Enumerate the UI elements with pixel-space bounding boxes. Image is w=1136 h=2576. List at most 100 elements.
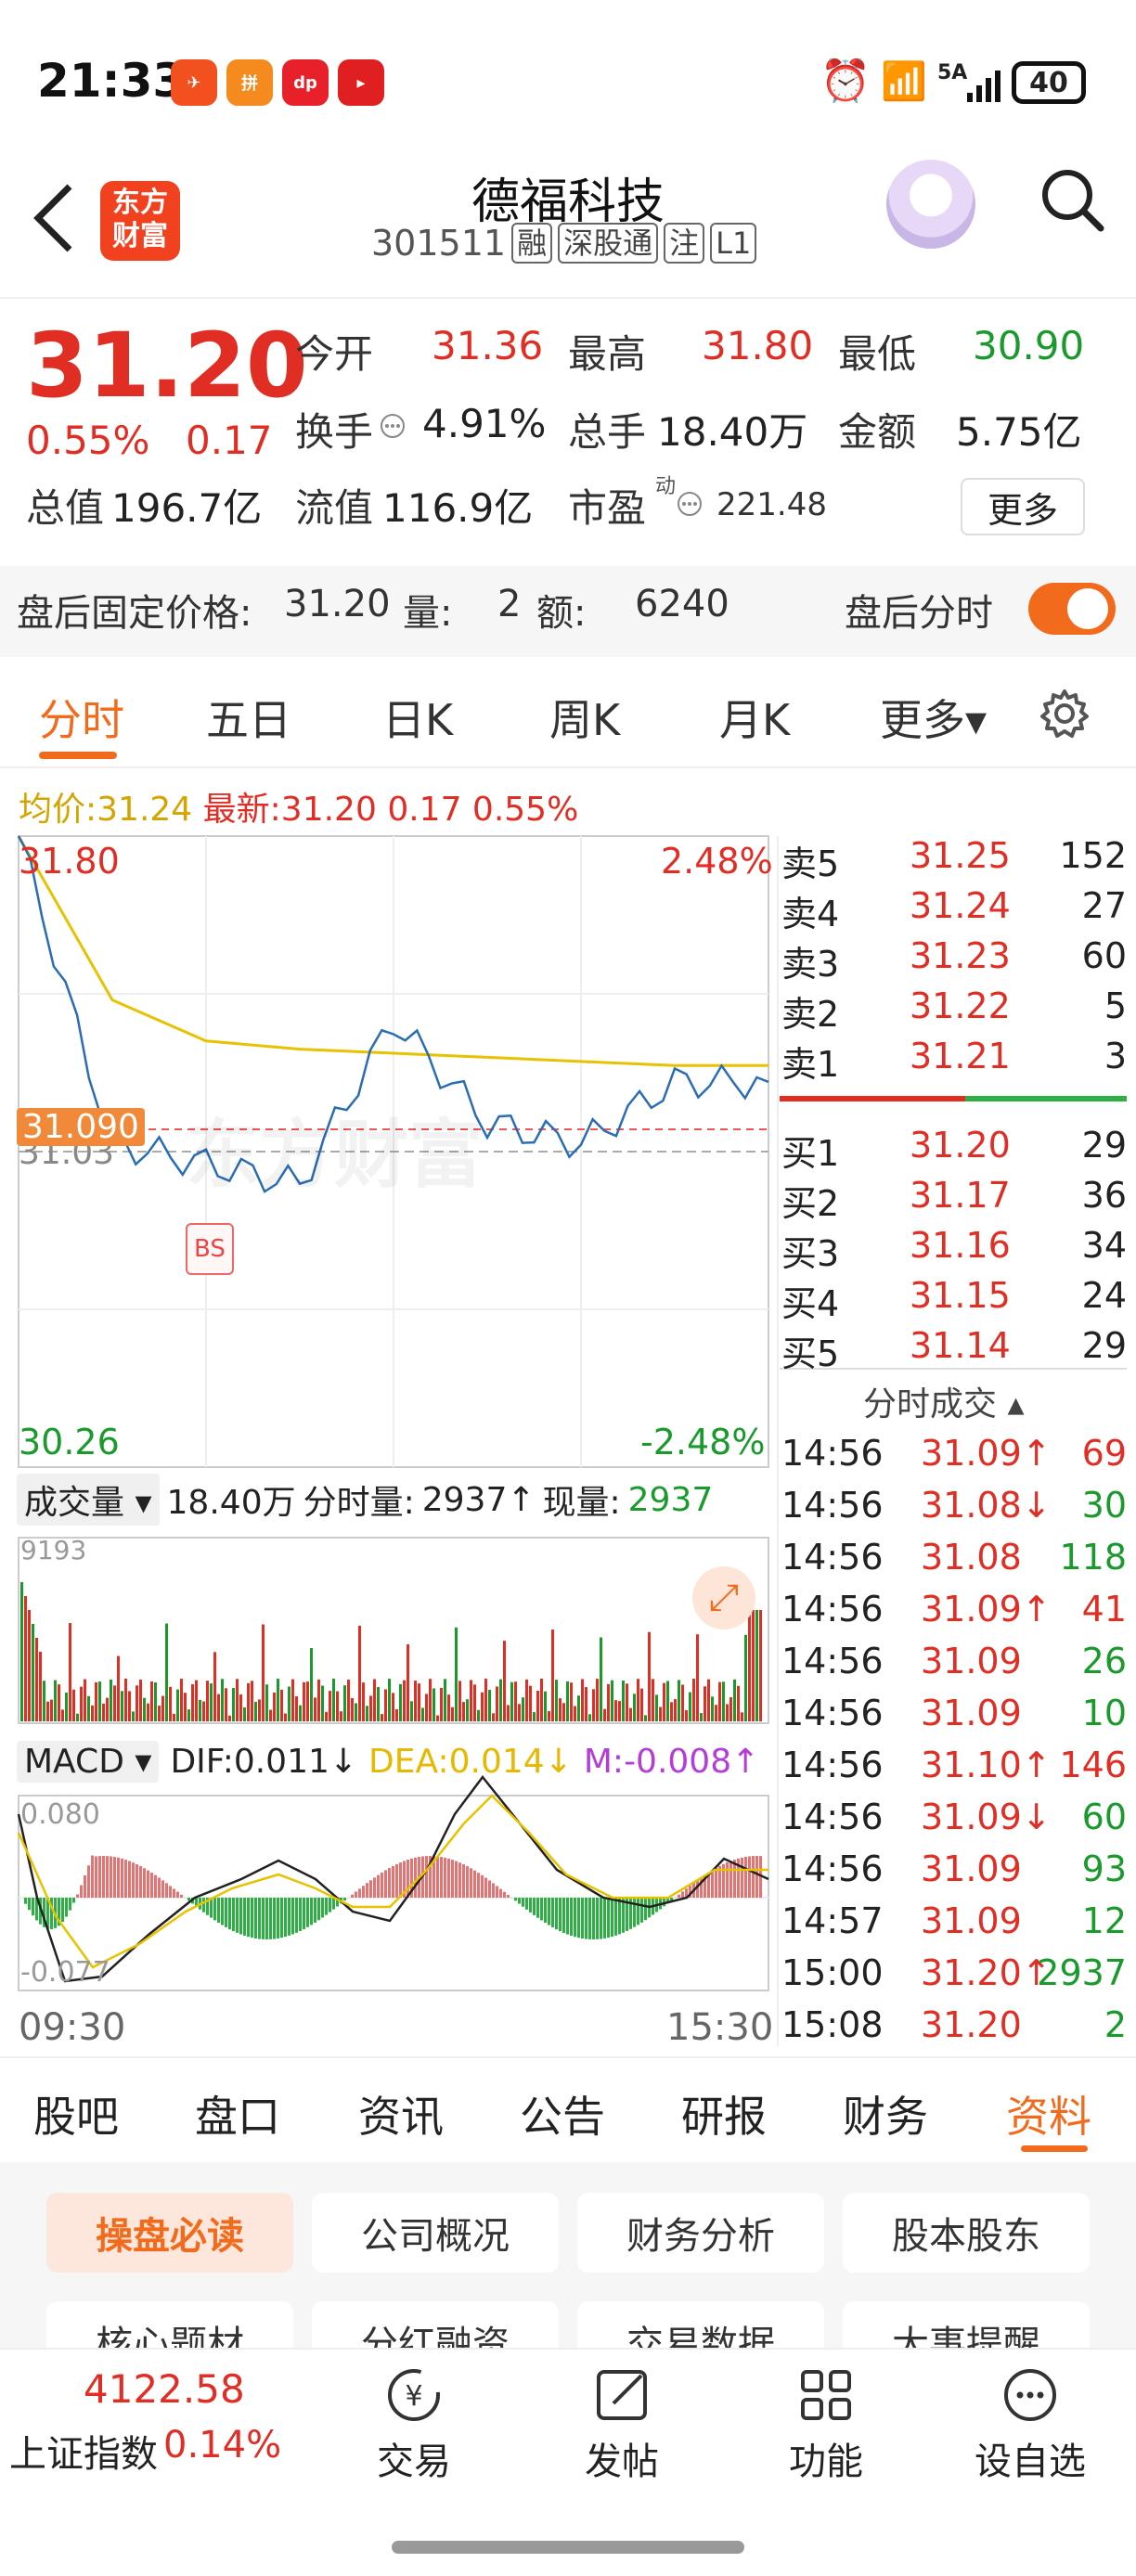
settings-gear-icon[interactable] xyxy=(1038,687,1091,741)
pill-shareholders[interactable]: 股本股东 xyxy=(843,2193,1090,2273)
low-label: 最低 xyxy=(838,331,917,377)
macd-bar xyxy=(121,1858,123,1898)
volume-bar xyxy=(72,1689,75,1721)
index-value[interactable]: 4122.58 xyxy=(84,2366,245,2412)
macd-bar xyxy=(291,1898,294,1935)
nav-functions[interactable]: 功能 xyxy=(752,2364,900,2485)
volume-bar xyxy=(217,1694,220,1721)
macd-bar xyxy=(136,1863,138,1898)
index-pct: 0.14% xyxy=(163,2424,282,2467)
volume-bar xyxy=(659,1707,662,1721)
assistant-avatar-icon[interactable] xyxy=(886,160,975,249)
volume-bar xyxy=(462,1702,465,1721)
bid-row: 买1 31.20 29 xyxy=(781,1125,1127,1174)
more-quote-button[interactable]: 更多 xyxy=(961,478,1085,535)
macd-selector[interactable]: MACD ▾ xyxy=(17,1741,160,1783)
expand-icon[interactable]: ⤢ xyxy=(692,1566,755,1629)
pe-value: 221.48 xyxy=(716,486,827,523)
pill-trading-guide[interactable]: 操盘必读 xyxy=(46,2193,293,2273)
volume-selector[interactable]: 成交量 ▾ xyxy=(17,1474,160,1526)
stock-code: 301511 xyxy=(371,223,507,264)
macd-bar xyxy=(614,1898,617,1936)
volume-bar xyxy=(466,1699,469,1721)
macd-bar xyxy=(548,1898,550,1926)
volume-selector-label: 成交量 xyxy=(24,1484,125,1522)
ob-label: 卖2 xyxy=(781,994,840,1035)
ticks-title[interactable]: 分时成交 ▴ xyxy=(863,1377,1025,1425)
macd-bar xyxy=(748,1856,751,1898)
tab-guba[interactable]: 股吧 xyxy=(33,2083,119,2145)
macd-bar xyxy=(139,1866,142,1898)
volume-bar xyxy=(176,1689,179,1721)
nav-trade-label: 交易 xyxy=(377,2441,451,2483)
pill-company-overview[interactable]: 公司概况 xyxy=(312,2193,559,2273)
tag-margin: 融 xyxy=(511,223,553,264)
ob-price: 31.23 xyxy=(910,935,1011,976)
fen-value: 2937↑ xyxy=(421,1480,536,1519)
tab-daily-k[interactable]: 日K xyxy=(382,687,453,748)
search-icon[interactable] xyxy=(1038,165,1106,234)
volume-bar xyxy=(20,1582,23,1721)
volume-bar xyxy=(117,1655,120,1721)
buy-sell-marker-icon[interactable]: BS xyxy=(186,1223,234,1275)
nav-functions-label: 功能 xyxy=(789,2441,863,2483)
macd-bar xyxy=(143,1868,146,1898)
macd-bar xyxy=(24,1898,27,1904)
afterhours-qty: 2 xyxy=(497,583,522,625)
volume-bar xyxy=(284,1713,287,1721)
macd-bar xyxy=(377,1874,380,1898)
cur-vol-label: 现量: xyxy=(542,1484,621,1522)
macd-bar xyxy=(277,1898,279,1938)
nav-add-watchlist[interactable]: 设自选 xyxy=(956,2364,1104,2485)
tab-pankou[interactable]: 盘口 xyxy=(195,2083,280,2145)
y-axis-min: 30.26 xyxy=(19,1422,120,1462)
info-icon[interactable] xyxy=(379,412,407,440)
nav-trade[interactable]: ¥ 交易 xyxy=(340,2364,488,2485)
tab-profile[interactable]: 资料 xyxy=(1006,2083,1091,2145)
volume-bar xyxy=(741,1712,743,1721)
volume-bar xyxy=(288,1686,290,1721)
tab-intraday[interactable]: 分时 xyxy=(39,687,124,748)
high-label: 最高 xyxy=(568,331,647,377)
volume-bar xyxy=(733,1679,736,1721)
macd-bar xyxy=(306,1898,309,1927)
nav-post[interactable]: 发帖 xyxy=(548,2364,696,2485)
home-indicator[interactable] xyxy=(392,2541,744,2554)
macd-bar xyxy=(522,1898,524,1907)
tick-row: 14:56 31.08 118 xyxy=(781,1537,1127,1587)
tab-research[interactable]: 研报 xyxy=(681,2083,767,2145)
tab-news[interactable]: 资讯 xyxy=(358,2083,444,2145)
macd-bar xyxy=(585,1898,587,1939)
tab-more[interactable]: 更多▾ xyxy=(880,687,987,748)
tick-price: 31.20 xyxy=(921,2004,1022,2045)
volume-bar xyxy=(325,1711,328,1721)
index-name[interactable]: 上证指数 xyxy=(9,2424,158,2478)
macd-bar xyxy=(395,1863,398,1898)
volume-bar xyxy=(678,1680,680,1721)
volume-bar xyxy=(759,1610,762,1721)
tick-qty: 12 xyxy=(1081,1900,1127,1941)
macd-bar xyxy=(225,1898,227,1927)
tick-qty: 146 xyxy=(1059,1745,1127,1785)
tab-monthly-k[interactable]: 月K xyxy=(719,687,790,748)
tab-five-day[interactable]: 五日 xyxy=(206,687,291,748)
ob-qty: 60 xyxy=(1081,935,1127,976)
volume-bar xyxy=(692,1679,695,1721)
macd-bar xyxy=(566,1898,569,1935)
volume-total: 18.40万 xyxy=(166,1484,296,1522)
bid-row: 买4 31.15 24 xyxy=(781,1275,1127,1324)
volume-bar xyxy=(84,1679,86,1721)
volume-bar xyxy=(54,1680,57,1721)
volume-bar xyxy=(381,1714,383,1721)
tick-qty: 26 xyxy=(1081,1641,1127,1681)
pill-financial-analysis[interactable]: 财务分析 xyxy=(577,2193,824,2273)
macd-bar xyxy=(87,1865,90,1898)
tab-weekly-k[interactable]: 周K xyxy=(549,687,620,748)
macd-selector-label: MACD xyxy=(24,1743,124,1781)
tab-finance[interactable]: 财务 xyxy=(843,2083,928,2145)
tab-announcements[interactable]: 公告 xyxy=(520,2083,605,2145)
info-icon[interactable] xyxy=(676,490,704,518)
macd-bar xyxy=(369,1880,372,1898)
volume-bar xyxy=(748,1610,751,1721)
macd-bar xyxy=(388,1868,391,1898)
